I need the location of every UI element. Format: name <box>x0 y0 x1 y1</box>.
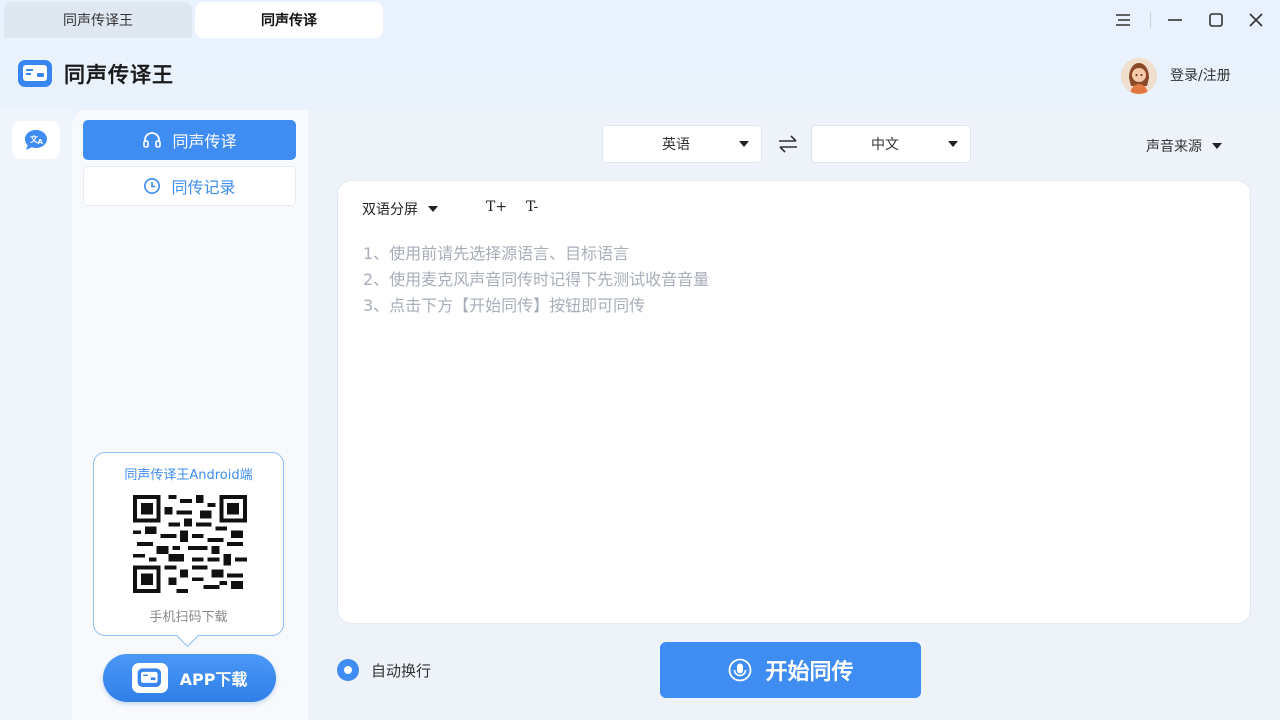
audio-source-label: 声音来源 <box>1146 139 1202 155</box>
chevron-down-icon <box>739 141 749 147</box>
svg-text:A: A <box>38 138 44 146</box>
qr-card-title: 同声传译王Android端 <box>124 468 253 483</box>
app-logo-icon <box>18 58 54 90</box>
instruction-line: 3、点击下方【开始同传】按钮即可同传 <box>363 296 646 315</box>
qr-card-caption: 手机扫码下载 <box>149 610 228 625</box>
headphones-icon <box>143 132 162 148</box>
qr-code-image <box>133 495 247 593</box>
minimize-icon[interactable] <box>1163 8 1187 32</box>
auto-wrap-label: 自动换行 <box>371 661 432 680</box>
login-register-link[interactable]: 登录/注册 <box>1170 65 1231 85</box>
menu-icon[interactable] <box>1111 8 1135 32</box>
target-language-value: 中文 <box>871 137 899 153</box>
microphone-icon <box>729 658 752 682</box>
sidebar-item-label: 同传记录 <box>171 178 236 197</box>
chevron-down-icon <box>1212 143 1222 149</box>
display-mode-dropdown[interactable]: 双语分屏 <box>362 199 438 219</box>
app-logo-icon <box>131 663 168 693</box>
left-rail <box>0 110 72 720</box>
chevron-down-icon <box>428 206 438 212</box>
start-translation-label: 开始同传 <box>765 660 854 685</box>
sidebar-item-history[interactable]: 同传记录 <box>83 166 296 206</box>
window-controls-divider <box>1150 12 1151 28</box>
close-icon[interactable] <box>1244 8 1268 32</box>
display-mode-label: 双语分屏 <box>362 202 418 218</box>
chevron-down-icon <box>948 141 958 147</box>
sidebar-item-simultaneous[interactable]: 同声传译 <box>83 120 296 160</box>
instruction-line: 2、使用麦克风声音同传时记得下先测试收音音量 <box>363 270 710 289</box>
tab-bar: 同声传译王 同声传译 <box>0 0 1280 40</box>
translate-icon: 文 A <box>25 130 47 150</box>
target-language-select[interactable]: 中文 <box>811 125 971 163</box>
tab-app-home[interactable]: 同声传译王 <box>4 2 192 38</box>
instruction-line: 1、使用前请先选择源语言、目标语言 <box>363 244 630 263</box>
swap-languages-icon[interactable] <box>776 133 800 155</box>
clock-icon <box>144 178 161 194</box>
tab-simultaneous-translation[interactable]: 同声传译 <box>195 2 383 38</box>
font-decrease-button[interactable]: T- <box>526 199 538 215</box>
radio-checked-icon[interactable] <box>337 659 359 681</box>
qr-download-card: 同声传译王Android端 手机扫码下载 <box>93 452 284 636</box>
app-title: 同声传译王 <box>64 63 174 87</box>
auto-wrap-toggle[interactable]: 自动换行 <box>337 659 431 681</box>
app-download-label: APP下载 <box>179 670 248 689</box>
rail-translate-button[interactable]: 文 A <box>12 121 60 159</box>
font-increase-button[interactable]: T+ <box>486 199 507 215</box>
source-language-select[interactable]: 英语 <box>602 125 762 163</box>
source-language-value: 英语 <box>662 137 690 153</box>
sidebar-item-label: 同声传译 <box>172 132 237 151</box>
app-download-button[interactable]: APP下载 <box>103 654 276 702</box>
audio-source-dropdown[interactable]: 声音来源 <box>1146 136 1222 156</box>
maximize-icon[interactable] <box>1204 8 1228 32</box>
start-translation-button[interactable]: 开始同传 <box>660 642 921 698</box>
user-avatar[interactable] <box>1121 58 1157 94</box>
